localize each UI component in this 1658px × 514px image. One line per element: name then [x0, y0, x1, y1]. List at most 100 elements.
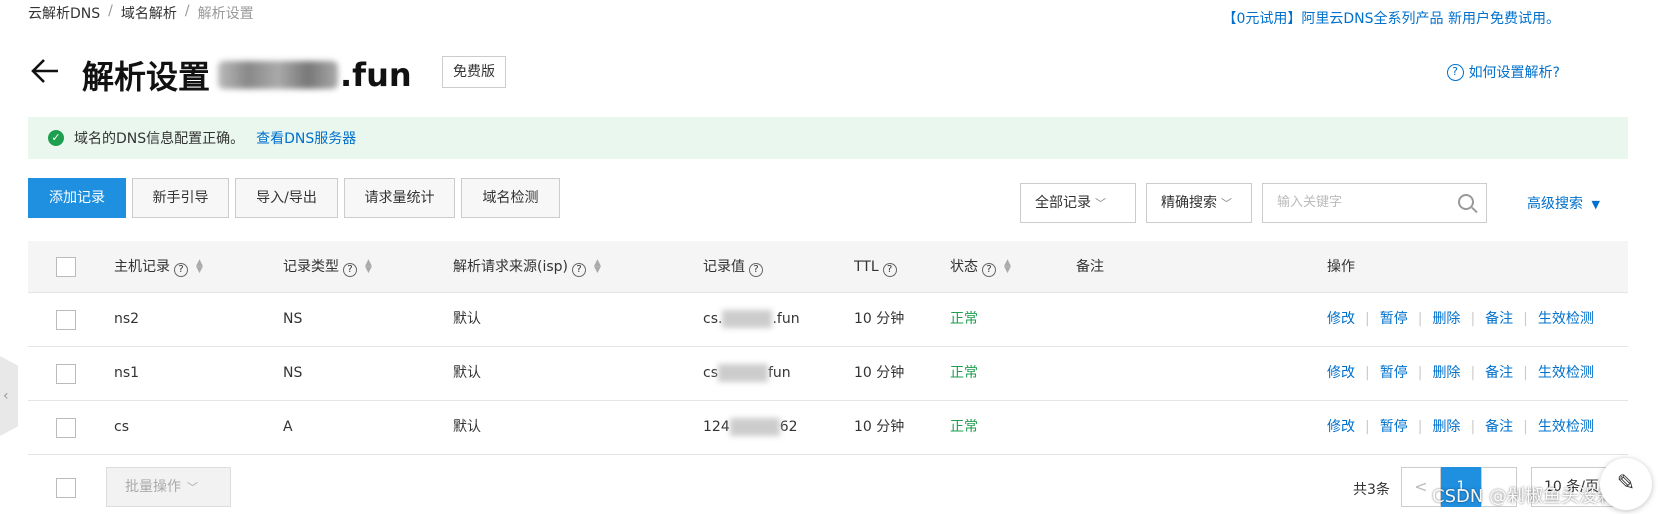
column-ttl: TTL? [854, 241, 897, 293]
guide-button[interactable]: 新手引导 [132, 178, 229, 218]
remark-action[interactable]: 备注 [1485, 419, 1513, 435]
help-link[interactable]: ? 如何设置解析? [1446, 62, 1560, 82]
action-divider: | [1470, 311, 1476, 327]
value-suffix: fun [768, 365, 791, 381]
value-cell: cs fun [703, 347, 791, 399]
question-icon[interactable]: ? [343, 263, 357, 277]
pause-action[interactable]: 暂停 [1380, 311, 1408, 327]
edit-action[interactable]: 修改 [1327, 365, 1355, 381]
search-input[interactable]: 输入关键字 [1262, 183, 1487, 223]
type-cell: NS [283, 365, 303, 381]
verify-action[interactable]: 生效检测 [1538, 419, 1594, 435]
breadcrumb-item-current: 解析设置 [197, 6, 254, 22]
action-divider: | [1365, 365, 1370, 381]
row-actions: 修改 | 暂停 | 删除 | 备注 | 生效检测 [1327, 293, 1594, 345]
import-export-button[interactable]: 导入/导出 [235, 178, 338, 218]
question-icon[interactable]: ? [572, 263, 586, 277]
chevron-left-icon: < [1414, 477, 1428, 496]
ttl-cell: 10 分钟 [854, 419, 905, 435]
ttl-cell: 10 分钟 [854, 311, 905, 327]
delete-action[interactable]: 删除 [1432, 419, 1460, 435]
sidebar-collapse-tab[interactable]: ‹ [0, 356, 18, 436]
edit-pencil-icon[interactable]: ✎ [1600, 458, 1652, 510]
promo-link[interactable]: 【0元试用】阿里云DNS全系列产品 新用户免费试用。 [1223, 8, 1561, 28]
value-cell: 124 62 [703, 401, 798, 453]
search-placeholder: 输入关键字 [1277, 195, 1343, 210]
domain-check-button[interactable]: 域名检测 [461, 178, 560, 218]
select-all-checkbox[interactable] [56, 257, 76, 277]
pause-action[interactable]: 暂停 [1380, 365, 1408, 381]
action-divider: | [1365, 419, 1370, 435]
page-title: 解析设置 .fun [82, 52, 412, 98]
value-prefix: cs [703, 365, 718, 381]
sort-icon[interactable]: ▲ ▼ [196, 259, 203, 275]
column-status[interactable]: 状态 ? ▲ ▼ [950, 241, 1011, 293]
breadcrumb-item-dns[interactable]: 云解析DNS [28, 3, 100, 23]
action-divider: | [1470, 419, 1476, 435]
sort-icon[interactable]: ▲ ▼ [365, 259, 372, 275]
row-checkbox[interactable] [56, 418, 76, 438]
question-icon[interactable]: ? [749, 263, 763, 277]
column-isp-label: 解析请求来源(isp) [453, 259, 568, 275]
action-divider: | [1417, 365, 1423, 381]
verify-action[interactable]: 生效检测 [1538, 311, 1594, 327]
table-row: ns1 NS 默认 cs fun 10 分钟 正常 修改 | 暂停 | 删除 | 备注 | 生效检… [28, 347, 1628, 401]
status-cell: 正常 [950, 419, 978, 435]
value-prefix: cs. [703, 311, 723, 327]
add-record-button[interactable]: 添加记录 [28, 178, 126, 218]
column-isp[interactable]: 解析请求来源(isp) ? ▲ ▼ [453, 241, 601, 293]
record-filter-value: 全部记录 [1035, 195, 1091, 211]
select-all-footer-checkbox[interactable] [56, 478, 76, 498]
record-filter-select[interactable]: 全部记录 ﹀ [1020, 183, 1136, 223]
question-icon: ? [1446, 63, 1464, 81]
delete-action[interactable]: 删除 [1432, 365, 1460, 381]
back-arrow-icon[interactable] [30, 56, 60, 86]
row-actions: 修改 | 暂停 | 删除 | 备注 | 生效检测 [1327, 401, 1594, 453]
redacted-value [722, 310, 773, 328]
domain-suffix: .fun [340, 56, 412, 94]
remark-action[interactable]: 备注 [1485, 365, 1513, 381]
chevron-left-icon: ‹ [3, 388, 9, 404]
edit-action[interactable]: 修改 [1327, 311, 1355, 327]
type-cell: A [283, 419, 293, 435]
check-circle-icon: ✓ [48, 130, 64, 146]
sort-icon[interactable]: ▲ ▼ [594, 259, 601, 275]
pause-action[interactable]: 暂停 [1380, 419, 1408, 435]
redacted-value [718, 364, 768, 382]
verify-action[interactable]: 生效检测 [1538, 365, 1594, 381]
breadcrumb-item-domains[interactable]: 域名解析 [121, 3, 177, 23]
batch-actions-select[interactable]: 批量操作 ﹀ [106, 467, 231, 507]
column-value-label: 记录值 [703, 259, 745, 275]
question-icon[interactable]: ? [174, 263, 188, 277]
redacted-domain [218, 61, 339, 89]
question-icon[interactable]: ? [882, 263, 897, 277]
table-row: cs A 默认 124 62 10 分钟 正常 修改 | 暂停 | 删除 | 备注 | 生效检测 [28, 401, 1628, 455]
remark-action[interactable]: 备注 [1485, 311, 1513, 327]
request-stats-button[interactable]: 请求量统计 [344, 178, 455, 218]
action-divider: | [1523, 311, 1528, 327]
sort-icon[interactable]: ▲ ▼ [1004, 259, 1011, 275]
action-divider: | [1417, 419, 1423, 435]
search-mode-select[interactable]: 精确搜索 ﹀ [1146, 183, 1252, 223]
chevron-down-icon: ﹀ [1095, 197, 1106, 210]
type-cell: NS [283, 311, 303, 327]
column-status-label: 状态 [950, 259, 978, 275]
breadcrumb: 云解析DNS / 域名解析 / 解析设置 [28, 3, 254, 23]
delete-action[interactable]: 删除 [1432, 311, 1460, 327]
column-type[interactable]: 记录类型 ? ▲ ▼ [283, 241, 372, 293]
row-checkbox[interactable] [56, 364, 76, 384]
column-host[interactable]: 主机记录 ? ▲ ▼ [114, 241, 203, 293]
view-dns-servers-link[interactable]: 查看DNS服务器 [256, 128, 356, 148]
host-cell: ns1 [114, 365, 140, 381]
question-icon[interactable]: ? [982, 263, 996, 277]
row-checkbox[interactable] [56, 310, 76, 330]
action-divider: | [1417, 311, 1423, 327]
batch-actions-label: 批量操作 [125, 479, 181, 495]
action-divider: | [1523, 365, 1528, 381]
column-type-label: 记录类型 [283, 259, 339, 275]
action-divider: | [1470, 365, 1476, 381]
value-suffix: .fun [772, 311, 800, 327]
search-icon[interactable] [1458, 194, 1474, 210]
edit-action[interactable]: 修改 [1327, 419, 1355, 435]
advanced-search-link[interactable]: 高级搜索 ▼ [1527, 193, 1600, 213]
